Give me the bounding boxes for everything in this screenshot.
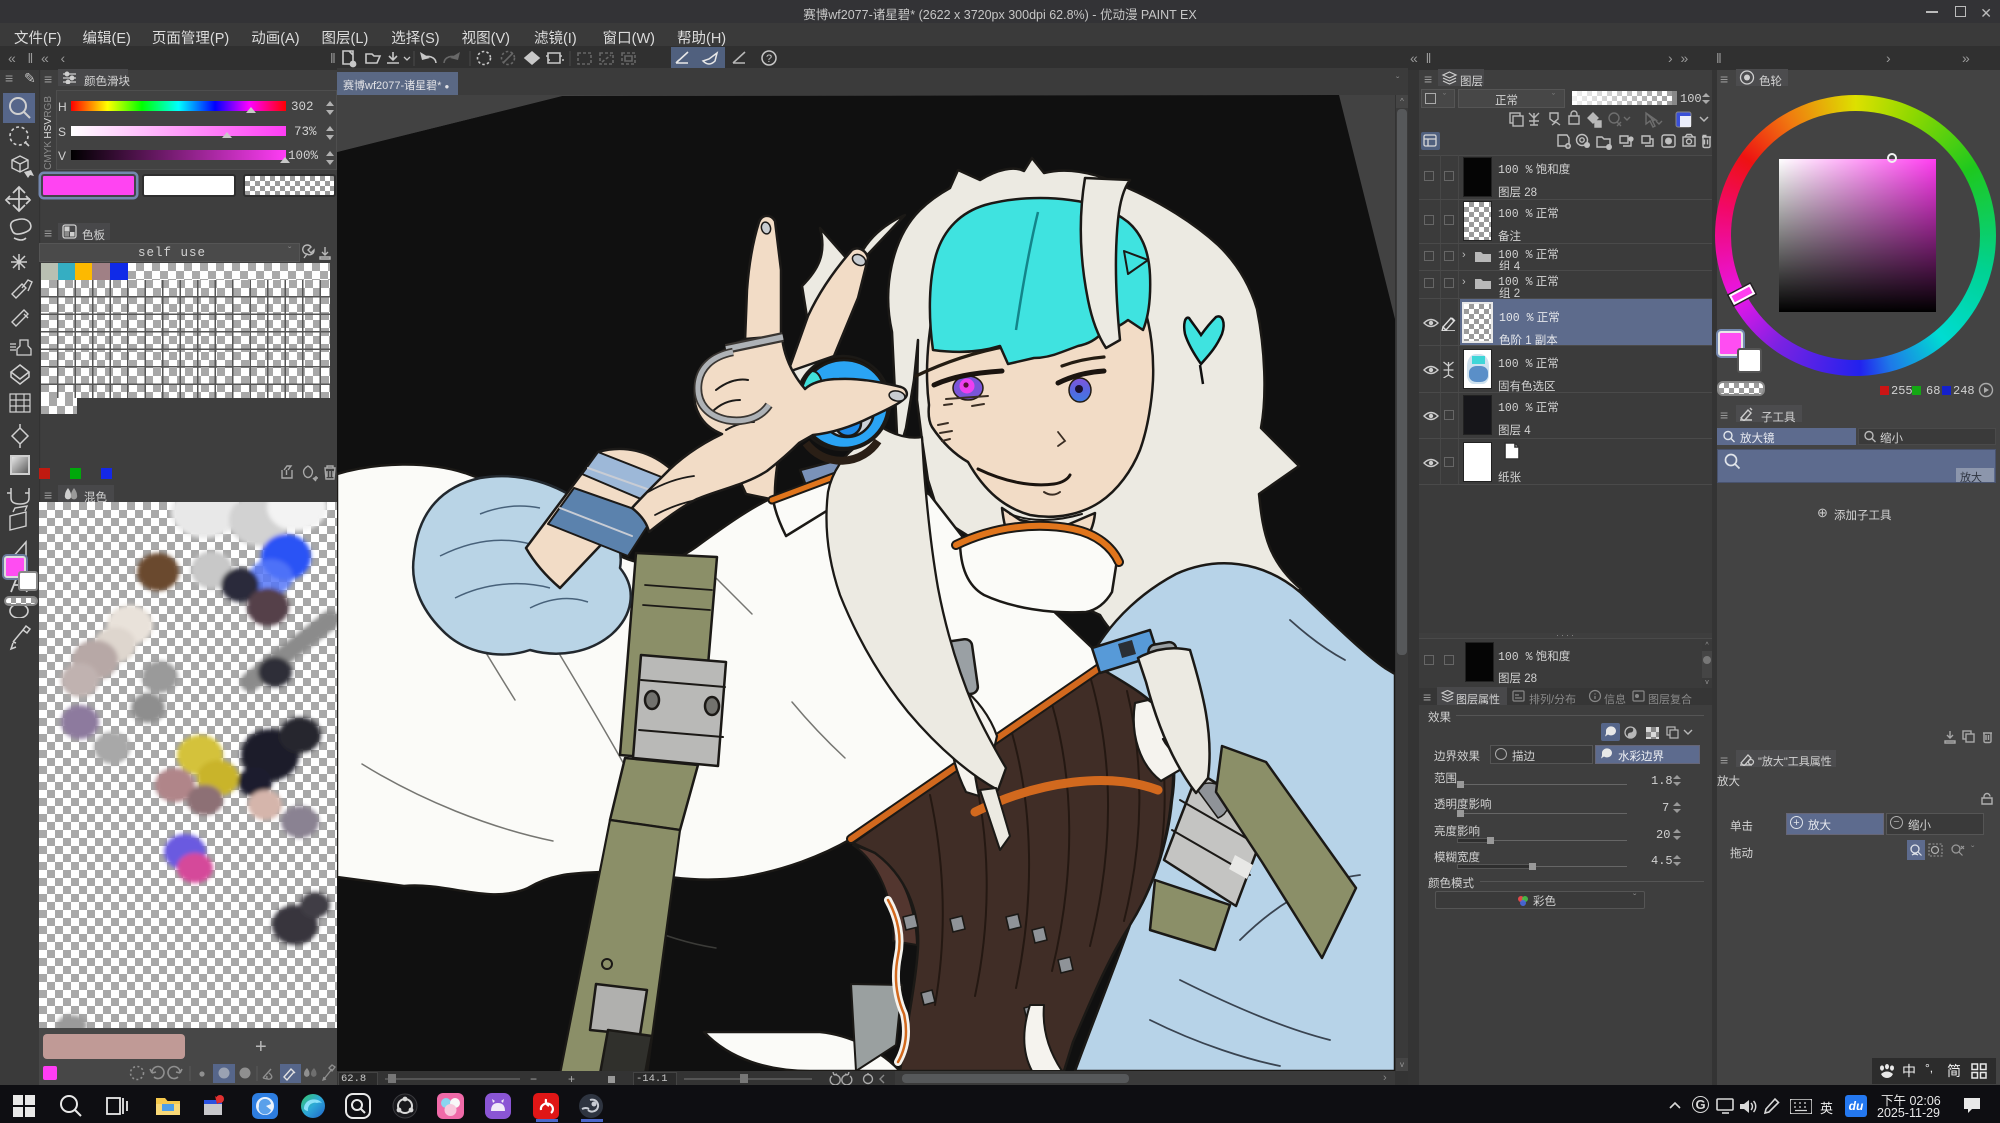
svg-text:?: ?	[766, 53, 772, 65]
